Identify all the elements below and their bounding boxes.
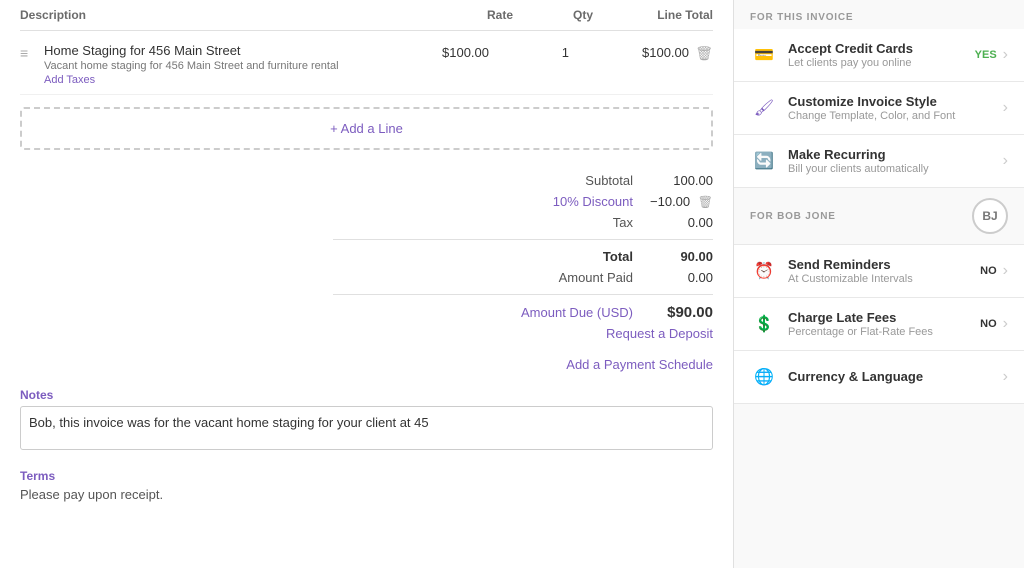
accept-credit-cards-badge: YES — [975, 49, 997, 61]
notes-label: Notes — [20, 388, 713, 402]
recurring-icon: 🔄 — [750, 147, 778, 175]
discount-row: 10% Discount −10.00 🗑 — [333, 191, 713, 212]
amount-due-value: $90.00 — [633, 304, 713, 321]
customize-style-title: Customize Invoice Style — [788, 94, 1003, 109]
for-invoice-header: FOR THIS INVOICE — [734, 0, 1024, 29]
currency-language-content: Currency & Language — [788, 369, 1003, 385]
accept-credit-cards-content: Accept Credit Cards Let clients pay you … — [788, 41, 975, 69]
currency-language-item[interactable]: 🌐 Currency & Language › — [734, 351, 1024, 404]
totals-section: Subtotal 100.00 10% Discount −10.00 🗑 Ta… — [333, 162, 713, 349]
send-reminders-item[interactable]: ⏰ Send Reminders At Customizable Interva… — [734, 245, 1024, 298]
make-recurring-title: Make Recurring — [788, 147, 1003, 162]
accept-credit-cards-subtitle: Let clients pay you online — [788, 57, 975, 69]
late-fees-icon: 💲 — [750, 310, 778, 338]
charge-late-fees-chevron-icon: › — [1003, 315, 1008, 333]
charge-late-fees-subtitle: Percentage or Flat-Rate Fees — [788, 326, 980, 338]
line-item-title[interactable]: Home Staging for 456 Main Street — [44, 43, 369, 58]
tax-value: 0.00 — [633, 215, 713, 230]
discount-delete-icon[interactable]: 🗑 — [698, 195, 713, 209]
for-client-header: FOR BOB JONE — [750, 211, 836, 222]
notes-section: Notes Bob, this invoice was for the vaca… — [20, 388, 713, 453]
customize-invoice-style-item[interactable]: 🖌 Customize Invoice Style Change Templat… — [734, 82, 1024, 135]
make-recurring-subtitle: Bill your clients automatically — [788, 163, 1003, 175]
line-item-subtitle: Vacant home staging for 456 Main Street … — [44, 60, 369, 72]
amount-due-label: Amount Due (USD) — [333, 305, 633, 320]
terms-section: Terms Please pay upon receipt. — [20, 469, 713, 502]
currency-language-chevron-icon: › — [1003, 368, 1008, 386]
discount-value: −10.00 🗑 — [633, 194, 713, 209]
drag-handle-icon[interactable]: ≡ — [20, 43, 44, 61]
left-panel: Description Rate Qty Line Total ≡ Home S… — [0, 0, 734, 568]
total-label: Total — [333, 249, 633, 264]
currency-language-title: Currency & Language — [788, 369, 1003, 384]
add-line-button[interactable]: + Add a Line — [20, 107, 713, 150]
charge-late-fees-badge: NO — [980, 318, 997, 330]
line-item-description: Home Staging for 456 Main Street Vacant … — [44, 43, 369, 86]
line-item-rate[interactable]: $100.00 — [369, 43, 489, 60]
col-header-total: Line Total — [593, 8, 713, 22]
make-recurring-content: Make Recurring Bill your clients automat… — [788, 147, 1003, 175]
charge-late-fees-title: Charge Late Fees — [788, 310, 980, 325]
terms-text: Please pay upon receipt. — [20, 487, 713, 502]
send-reminders-content: Send Reminders At Customizable Intervals — [788, 257, 980, 285]
accept-credit-cards-chevron-icon: › — [1003, 46, 1008, 64]
customize-style-chevron-icon: › — [1003, 99, 1008, 117]
discount-label: 10% Discount — [333, 194, 633, 209]
tax-row: Tax 0.00 — [333, 212, 713, 233]
table-row: ≡ Home Staging for 456 Main Street Vacan… — [20, 35, 713, 95]
make-recurring-chevron-icon: › — [1003, 152, 1008, 170]
payment-schedule-link[interactable]: Add a Payment Schedule — [20, 357, 713, 372]
amount-due-row: Amount Due (USD) $90.00 — [333, 301, 713, 324]
customize-style-icon: 🖌 — [750, 94, 778, 122]
notes-input[interactable]: Bob, this invoice was for the vacant hom… — [20, 406, 713, 450]
delete-line-icon[interactable]: 🗑 — [689, 43, 713, 62]
accept-credit-cards-title: Accept Credit Cards — [788, 41, 975, 56]
send-reminders-chevron-icon: › — [1003, 262, 1008, 280]
col-header-qty: Qty — [513, 8, 593, 22]
send-reminders-subtitle: At Customizable Intervals — [788, 273, 980, 285]
col-header-rate: Rate — [393, 8, 513, 22]
credit-card-icon: 💳 — [750, 41, 778, 69]
request-deposit-link[interactable]: Request a Deposit — [333, 326, 713, 341]
total-value: 90.00 — [633, 249, 713, 264]
col-header-description: Description — [20, 8, 393, 22]
send-reminders-badge: NO — [980, 265, 997, 277]
table-header: Description Rate Qty Line Total — [20, 0, 713, 31]
totals-divider-2 — [333, 294, 713, 295]
send-reminders-title: Send Reminders — [788, 257, 980, 272]
customize-style-content: Customize Invoice Style Change Template,… — [788, 94, 1003, 122]
add-taxes-link[interactable]: Add Taxes — [44, 74, 369, 86]
amount-paid-row: Amount Paid 0.00 — [333, 267, 713, 288]
amount-paid-label: Amount Paid — [333, 270, 633, 285]
reminders-icon: ⏰ — [750, 257, 778, 285]
subtotal-row: Subtotal 100.00 — [333, 170, 713, 191]
line-item-total: $100.00 — [569, 43, 689, 60]
charge-late-fees-item[interactable]: 💲 Charge Late Fees Percentage or Flat-Ra… — [734, 298, 1024, 351]
subtotal-label: Subtotal — [333, 173, 633, 188]
discount-link[interactable]: 10% Discount — [553, 194, 633, 209]
total-row: Total 90.00 — [333, 246, 713, 267]
terms-label: Terms — [20, 469, 713, 483]
make-recurring-item[interactable]: 🔄 Make Recurring Bill your clients autom… — [734, 135, 1024, 188]
right-panel: FOR THIS INVOICE 💳 Accept Credit Cards L… — [734, 0, 1024, 568]
customize-style-subtitle: Change Template, Color, and Font — [788, 110, 1003, 122]
subtotal-value: 100.00 — [633, 173, 713, 188]
totals-divider — [333, 239, 713, 240]
tax-label: Tax — [333, 215, 633, 230]
client-section: FOR BOB JONE BJ — [734, 188, 1024, 245]
charge-late-fees-content: Charge Late Fees Percentage or Flat-Rate… — [788, 310, 980, 338]
accept-credit-cards-item[interactable]: 💳 Accept Credit Cards Let clients pay yo… — [734, 29, 1024, 82]
amount-paid-value: 0.00 — [633, 270, 713, 285]
client-avatar: BJ — [972, 198, 1008, 234]
line-item-qty[interactable]: 1 — [489, 43, 569, 60]
currency-icon: 🌐 — [750, 363, 778, 391]
